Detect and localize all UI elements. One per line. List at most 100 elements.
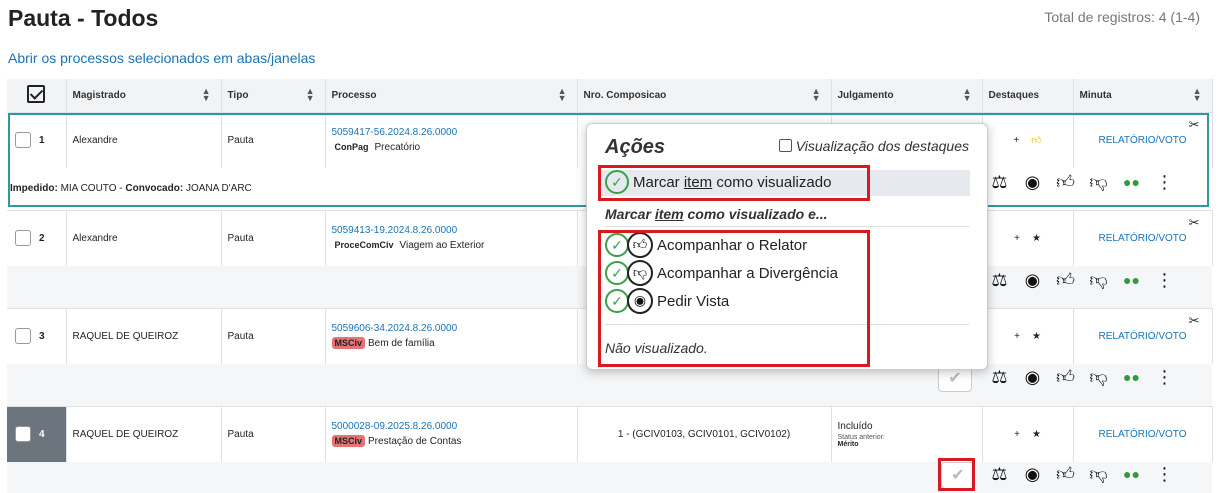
col-destaques[interactable]: Destaques [982, 79, 1074, 112]
row-actions: ⚖ ◉ 👍︎ 👎︎ ●● ⋮ [983, 366, 1181, 388]
star-icon[interactable]: ★ [1032, 233, 1041, 244]
sort-icon[interactable]: ▲ ▼ [202, 87, 211, 103]
col-julgamento[interactable]: Julgamento ▲ ▼ [831, 79, 983, 112]
classe-tag: MSCiv [331, 337, 366, 350]
open-selected-link[interactable]: Abrir os processos selecionados em abas/… [8, 50, 315, 66]
thumbs-down-icon[interactable]: 👎︎ [1082, 171, 1115, 193]
composicao-cell: 1 - (GCIV0103, GCIV0101, GCIV0102) [577, 405, 832, 462]
vis-destaques-checkbox[interactable]: Visualização dos destaques [778, 138, 969, 154]
eye-icon[interactable]: ◉ [1016, 270, 1049, 291]
thumbs-up-icon[interactable]: 👍︎ [1049, 463, 1082, 485]
star-icon[interactable]: ★ [1032, 331, 1041, 342]
minuta-cell: RELATÓRIO/VOTO ✂ [1073, 209, 1213, 266]
col-composicao[interactable]: Nro. Composicao ▲ ▼ [577, 79, 832, 112]
magistrado-cell: RAQUEL DE QUEIROZ [66, 307, 222, 364]
minuta-link[interactable]: RELATÓRIO/VOTO [1099, 429, 1187, 440]
star-icon[interactable]: ★ [1032, 429, 1041, 440]
minuta-link[interactable]: RELATÓRIO/VOTO [1099, 331, 1187, 342]
col-magistrado[interactable]: Magistrado ▲ ▼ [66, 79, 222, 112]
processo-cell: 5059413-19.2024.8.26.0000 ProceComCiv Viag… [325, 209, 578, 266]
minuta-link[interactable]: RELATÓRIO/VOTO [1099, 135, 1187, 146]
more-vert-icon[interactable]: ⋮ [1148, 367, 1181, 388]
thumbs-up-icon[interactable]: 👍︎ [1049, 366, 1082, 388]
select-all-checkbox[interactable] [27, 84, 46, 103]
status-anterior-value: Mérito [837, 440, 859, 448]
table-row[interactable]: 4 RAQUEL DE QUEIROZ Pauta 5000028-09.202… [7, 405, 1213, 462]
plus-icon[interactable]: + [1013, 135, 1019, 146]
thumbs-up-icon[interactable]: 👍︎ [1049, 269, 1082, 291]
thumbs-down-icon[interactable]: 👎︎ [1082, 463, 1115, 485]
processo-link[interactable]: 5059413-19.2024.8.26.0000 [332, 225, 571, 236]
row-select[interactable]: 4 [7, 405, 67, 462]
minuta-cell: RELATÓRIO/VOTO [1073, 405, 1213, 462]
eye-icon[interactable]: ◉ [1016, 464, 1049, 485]
row-select[interactable]: 2 [7, 209, 67, 266]
row-select[interactable]: 3 [7, 307, 67, 364]
thumbs-up-icon[interactable]: 👍︎ [1049, 171, 1082, 193]
assunto: Viagem ao Exterior [399, 240, 485, 252]
plus-icon[interactable]: + [1014, 233, 1020, 244]
select-all-header[interactable] [7, 79, 67, 112]
col-minuta[interactable]: Minuta ▲ ▼ [1073, 79, 1213, 112]
destaques-cell: + ★ [982, 307, 1074, 364]
col-processo[interactable]: Processo ▲ ▼ [325, 79, 578, 112]
processo-cell: 5059417-56.2024.8.26.0000 ConPag Precatóri… [325, 111, 578, 168]
plus-icon[interactable]: + [1014, 429, 1020, 440]
sort-icon[interactable]: ▲ ▼ [558, 87, 567, 103]
checkbox[interactable] [778, 139, 792, 152]
gavel-icon[interactable]: ⚖ [983, 464, 1016, 485]
row-checkbox[interactable] [15, 230, 31, 247]
processo-link[interactable]: 5000028-09.2025.8.26.0000 [332, 421, 571, 432]
mark-viewed-and-label: Marcar item como visualizado e... [605, 206, 828, 222]
magistrado-cell: Alexandre [66, 111, 222, 168]
magistrado-cell: RAQUEL DE QUEIROZ [66, 405, 222, 462]
minuta-cell: RELATÓRIO/VOTO ✂ [1073, 111, 1213, 168]
scissors-icon[interactable]: ✂ [1189, 215, 1200, 231]
sort-icon[interactable]: ▲ ▼ [1193, 87, 1202, 103]
eye-icon[interactable]: ◉ [1016, 367, 1049, 388]
minuta-link[interactable]: RELATÓRIO/VOTO [1099, 233, 1187, 244]
more-vert-icon[interactable]: ⋮ [1148, 464, 1181, 485]
sort-icon[interactable]: ▲ ▼ [306, 87, 315, 103]
processo-link[interactable]: 5059606-34.2024.8.26.0000 [332, 323, 571, 334]
assunto: Bem de família [368, 338, 435, 350]
group-icon[interactable]: ●● [1115, 272, 1148, 288]
plus-icon[interactable]: + [1014, 331, 1020, 342]
row-select[interactable]: 1 [7, 111, 67, 168]
sort-icon[interactable]: ▲ ▼ [812, 87, 821, 103]
group-icon[interactable]: ●● [1115, 369, 1148, 385]
highlight-box [938, 458, 975, 491]
highlight-box [598, 165, 870, 201]
row-checkbox[interactable] [15, 132, 31, 149]
scissors-icon[interactable]: ✂ [1189, 313, 1200, 329]
thumbs-up-icon[interactable]: 👍︎ [1031, 134, 1041, 146]
more-vert-icon[interactable]: ⋮ [1148, 172, 1181, 193]
row-checkbox[interactable] [15, 426, 31, 443]
eye-icon[interactable]: ◉ [1016, 172, 1049, 193]
group-icon[interactable]: ●● [1115, 174, 1148, 190]
thumbs-down-icon[interactable]: 👎︎ [1082, 366, 1115, 388]
assunto: Prestação de Contas [368, 436, 462, 448]
classe-tag: ProceComCiv [334, 240, 394, 251]
group-icon[interactable]: ●● [1115, 466, 1148, 482]
status-anterior-label: Status anterior: [837, 433, 885, 441]
col-tipo[interactable]: Tipo ▲ ▼ [221, 79, 326, 112]
processo-link[interactable]: 5059417-56.2024.8.26.0000 [332, 127, 571, 138]
row-actions: ⚖ ◉ 👍︎ 👎︎ ●● ⋮ [983, 171, 1181, 193]
more-vert-icon[interactable]: ⋮ [1148, 270, 1181, 291]
julgamento-cell: Incluído Status anterior: Mérito [831, 405, 983, 462]
tipo-cell: Pauta [221, 209, 326, 266]
highlight-box [598, 230, 870, 367]
thumbs-down-icon[interactable]: 👎︎ [1082, 269, 1115, 291]
destaques-cell: + ★ [982, 209, 1074, 266]
destaques-cell: + 👍︎ [982, 111, 1074, 168]
scissors-icon[interactable]: ✂ [1189, 117, 1200, 133]
tipo-cell: Pauta [221, 307, 326, 364]
classe-tag: ConPag [334, 142, 369, 153]
classe-tag: MSCiv [331, 435, 366, 448]
row-checkbox[interactable] [15, 328, 31, 345]
processo-cell: 5000028-09.2025.8.26.0000 MSCiv Prestação … [325, 405, 578, 462]
minuta-cell: RELATÓRIO/VOTO ✂ [1073, 307, 1213, 364]
sort-icon[interactable]: ▲ ▼ [963, 87, 972, 103]
gavel-icon[interactable]: ⚖ [983, 367, 1016, 388]
